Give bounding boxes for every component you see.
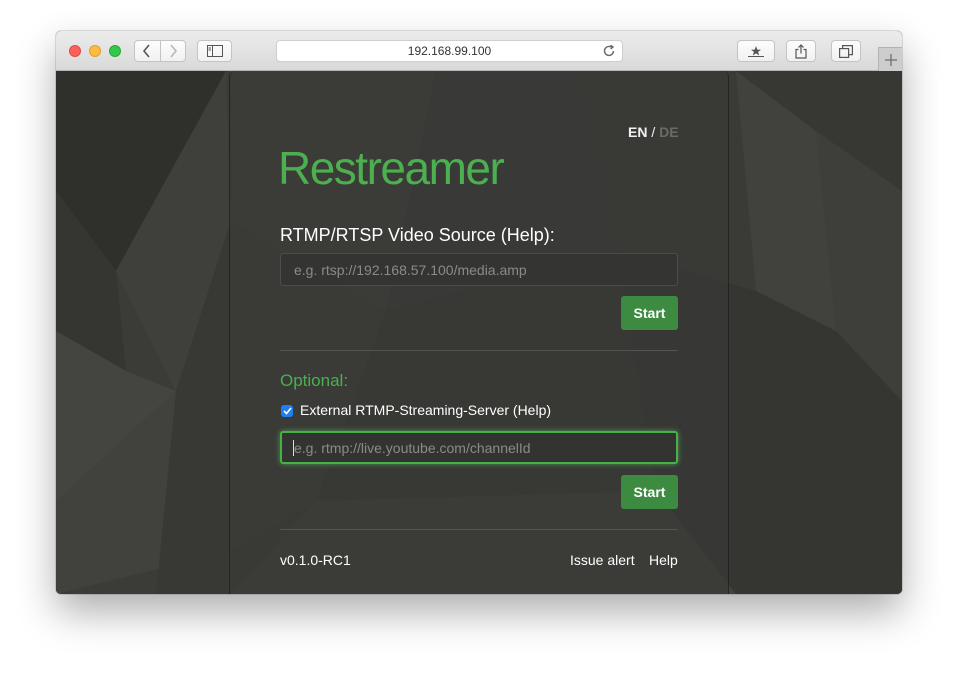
start-streaming-button[interactable]: Start: [621, 475, 678, 509]
page-content: EN / DE Restreamer RTMP/RTSP Video Sourc…: [56, 71, 902, 594]
video-source-input[interactable]: [280, 253, 678, 286]
browser-toolbar: 192.168.99.100: [56, 31, 902, 71]
checkmark-icon: [282, 407, 292, 415]
help-link[interactable]: Help: [649, 552, 678, 568]
rtmp-server-input[interactable]: [280, 431, 678, 464]
nav-button-group: [134, 40, 186, 62]
lang-separator: /: [651, 124, 656, 140]
back-icon: [143, 44, 150, 58]
bookmark-icon: [748, 46, 764, 57]
bookmark-button[interactable]: [737, 40, 775, 62]
app-logo: Restreamer: [278, 142, 505, 194]
share-icon: [795, 43, 807, 59]
text-cursor: [293, 440, 294, 456]
forward-button[interactable]: [159, 41, 186, 61]
sidebar-icon: [206, 45, 223, 57]
footer-divider: [280, 529, 678, 530]
lang-en-link[interactable]: EN: [628, 124, 647, 140]
close-window-button[interactable]: [69, 45, 81, 57]
tabs-icon: [839, 44, 853, 58]
url-text: 192.168.99.100: [407, 44, 492, 58]
video-source-label: RTMP/RTSP Video Source (Help):: [280, 225, 555, 245]
forward-icon: [170, 44, 177, 58]
back-button[interactable]: [135, 41, 160, 61]
share-button[interactable]: [786, 40, 816, 62]
maximize-window-button[interactable]: [109, 45, 121, 57]
optional-heading: Optional:: [280, 371, 349, 390]
main-panel: EN / DE Restreamer RTMP/RTSP Video Sourc…: [229, 71, 729, 594]
browser-window: 192.168.99.100 EN / DE Restreamer RTMP/R…: [56, 31, 902, 594]
new-tab-button[interactable]: [878, 47, 902, 71]
section-divider: [280, 350, 678, 351]
plus-icon: [884, 53, 897, 66]
start-source-button[interactable]: Start: [621, 296, 678, 330]
version-label: v0.1.0-RC1: [280, 552, 351, 568]
sidebar-toggle-button[interactable]: [197, 40, 232, 62]
address-bar[interactable]: 192.168.99.100: [276, 40, 623, 62]
external-server-label[interactable]: External RTMP-Streaming-Server (Help): [300, 402, 551, 418]
language-switcher: EN / DE: [628, 124, 679, 140]
minimize-window-button[interactable]: [89, 45, 101, 57]
show-tabs-button[interactable]: [831, 40, 861, 62]
reload-icon[interactable]: [602, 44, 616, 58]
issue-alert-link[interactable]: Issue alert: [570, 552, 635, 568]
lang-de-link[interactable]: DE: [659, 124, 678, 140]
external-server-checkbox[interactable]: [281, 405, 293, 417]
